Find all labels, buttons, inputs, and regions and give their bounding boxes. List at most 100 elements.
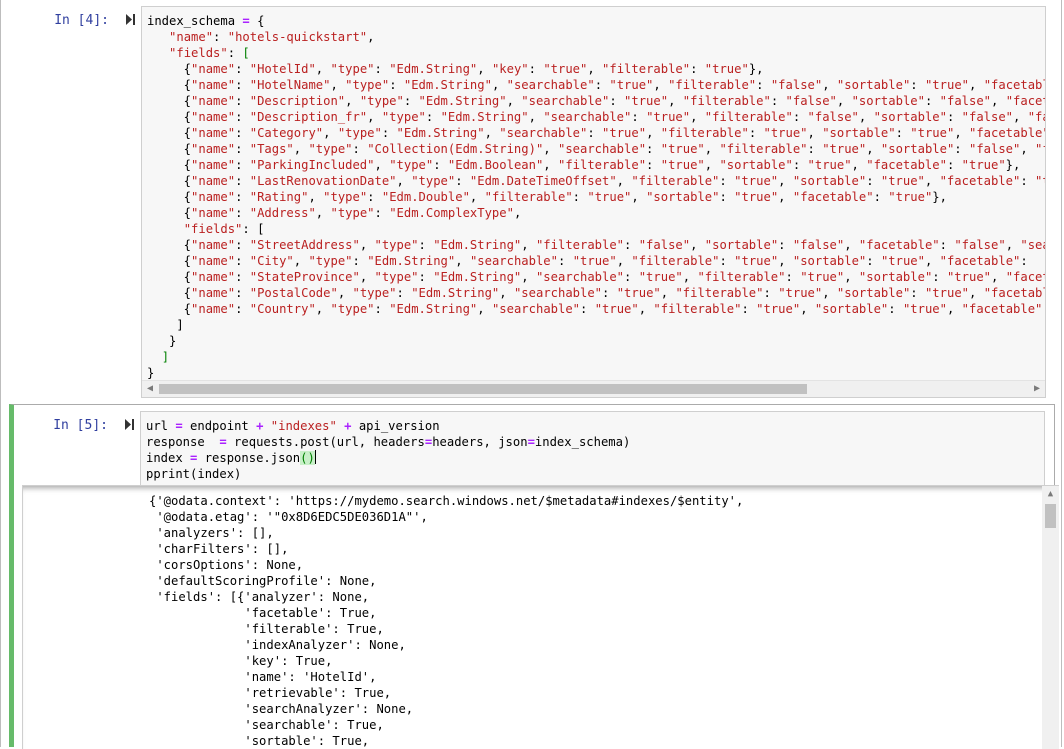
- output-text: {'@odata.context': 'https://mydemo.searc…: [149, 493, 743, 749]
- code-token: "Tags": [249, 142, 294, 156]
- code-token: "name": [191, 158, 236, 172]
- code-token: "type": [330, 302, 375, 316]
- code-token: pprint(index): [146, 467, 242, 481]
- code-line[interactable]: }: [147, 365, 1045, 381]
- code-token: ,: [778, 190, 793, 204]
- code-token: ,: [521, 238, 536, 252]
- code-token: "true": [602, 126, 647, 140]
- output-line: '@odata.etag': '"0x8D6EDC5DE036D1A"',: [149, 510, 428, 524]
- code-token: "true": [822, 142, 867, 156]
- scroll-left-icon[interactable]: ◀: [142, 381, 158, 397]
- code-line[interactable]: {"name": "Category", "type": "Edm.String…: [147, 125, 1045, 141]
- code-line[interactable]: index = response.json(): [146, 450, 1044, 466]
- code-token: "true": [572, 254, 617, 268]
- code-token: "searchable": [506, 78, 595, 92]
- code-token: },: [748, 62, 764, 76]
- run-cell-icon[interactable]: [126, 14, 135, 25]
- code-token: "filterable": [697, 270, 786, 284]
- code-line[interactable]: {"name": "Country", "type": "Edm.String"…: [147, 301, 1045, 317]
- code-token: {: [147, 238, 192, 252]
- code-line[interactable]: {"name": "Description_fr", "type": "Edm.…: [147, 109, 1045, 125]
- code-token: index_schema): [534, 435, 631, 449]
- code-token: "name": [191, 254, 236, 268]
- code-line[interactable]: {"name": "Rating", "type": "Edm.Double",…: [147, 189, 1045, 205]
- code-line[interactable]: pprint(index): [146, 466, 1044, 482]
- code-line[interactable]: {"name": "PostalCode", "type": "Edm.Stri…: [147, 285, 1045, 301]
- code-token: :: [433, 158, 448, 172]
- code-token: "true": [763, 126, 808, 140]
- code-token: ,: [1013, 110, 1028, 124]
- code-token: "facetable": [939, 174, 1021, 188]
- code-token: index: [146, 451, 191, 465]
- code-token: "sortable": [873, 110, 947, 124]
- code-token: "false": [954, 238, 1006, 252]
- code-line[interactable]: index_schema = {: [147, 13, 1045, 29]
- code-line[interactable]: ]: [147, 317, 1045, 333]
- code-line[interactable]: response = requests.post(url, headers=he…: [146, 434, 1044, 450]
- code-lines[interactable]: url = endpoint + "indexes" + api_version…: [146, 418, 1044, 482]
- code-token: "searchable": [513, 286, 603, 300]
- code-token: :: [609, 94, 625, 108]
- code-cell-4[interactable]: In [4]: index_schema = { "name": "hotels…: [1, 0, 1063, 404]
- code-token: "Edm.String": [433, 238, 522, 252]
- code-line[interactable]: {"name": "Description", "type": "Edm.Str…: [147, 93, 1045, 109]
- code-token: {: [147, 174, 192, 188]
- code-token: "true": [646, 110, 691, 124]
- scrollbar-thumb[interactable]: [159, 384, 807, 394]
- code-line[interactable]: {"name": "Tags", "type": "Collection(Edm…: [147, 141, 1045, 157]
- code-token: "filterable": [602, 62, 691, 76]
- code-line[interactable]: url = endpoint + "indexes" + api_version: [146, 418, 1044, 434]
- code-token: "Edm.String": [411, 286, 500, 300]
- code-token: "type": [337, 126, 382, 140]
- code-token: "true": [961, 158, 1006, 172]
- code-line[interactable]: {"name": "HotelName", "type": "Edm.Strin…: [147, 77, 1045, 93]
- code-line[interactable]: {"name": "HotelId", "type": "Edm.String"…: [147, 61, 1045, 77]
- code-editor[interactable]: url = endpoint + "indexes" + api_version…: [140, 411, 1045, 487]
- code-token: ,: [660, 286, 676, 300]
- code-line[interactable]: {"name": "City", "type": "Edm.String", "…: [147, 253, 1045, 269]
- scroll-up-icon[interactable]: ▲: [1042, 486, 1059, 502]
- code-line[interactable]: "name": "hotels-quickstart",: [147, 29, 1045, 45]
- run-cell-icon[interactable]: [125, 419, 134, 430]
- scrollbar-thumb[interactable]: [1045, 504, 1056, 528]
- code-token: ,: [616, 254, 632, 268]
- code-token: "facetab: [1005, 270, 1045, 284]
- code-token: "Description": [249, 94, 346, 108]
- code-token: "type": [330, 62, 375, 76]
- code-token: "true": [616, 286, 661, 300]
- code-line[interactable]: {"name": "StateProvince", "type": "Edm.S…: [147, 269, 1045, 285]
- code-line[interactable]: "fields": [: [147, 45, 1045, 61]
- code-token: "type": [389, 158, 434, 172]
- code-token: :: [235, 190, 250, 204]
- code-line[interactable]: {"name": "ParkingIncluded", "type": "Edm…: [147, 157, 1045, 173]
- code-token: "Edm.String": [389, 62, 478, 76]
- code-token: "facetable": [792, 190, 874, 204]
- code-lines[interactable]: index_schema = { "name": "hotels-quickst…: [147, 13, 1045, 381]
- code-token: }: [147, 334, 177, 348]
- code-token: "Edm.String": [418, 94, 507, 108]
- code-token: "name": [191, 190, 236, 204]
- code-token: {: [147, 62, 192, 76]
- code-cell-5-selected[interactable]: In [5]: url = endpoint + "indexes" + api…: [9, 404, 1059, 749]
- code-line[interactable]: "fields": [: [147, 221, 1045, 237]
- code-token: "sortable": [836, 286, 911, 300]
- scroll-right-icon[interactable]: ▶: [1029, 381, 1045, 397]
- code-editor[interactable]: index_schema = { "name": "hotels-quickst…: [141, 6, 1046, 398]
- code-token: ]: [147, 318, 184, 332]
- code-token: ,: [844, 270, 859, 284]
- code-token: "searchable": [521, 94, 610, 108]
- code-token: "hotels-quickstart": [227, 30, 368, 44]
- code-token: "false": [968, 142, 1021, 156]
- vertical-scrollbar[interactable]: ▲: [1042, 486, 1059, 749]
- code-line[interactable]: }: [147, 333, 1045, 349]
- output-line: 'indexAnalyzer': None,: [149, 638, 406, 652]
- code-token: :: [352, 254, 368, 268]
- horizontal-scrollbar[interactable]: ◀ ▶: [142, 380, 1045, 397]
- code-line[interactable]: {"name": "LastRenovationDate", "type": "…: [147, 173, 1045, 189]
- code-token: "name": [191, 270, 236, 284]
- code-token: :: [763, 286, 779, 300]
- code-line[interactable]: {"name": "StreetAddress", "type": "Edm.S…: [147, 237, 1045, 253]
- code-line[interactable]: {"name": "Address", "type": "Edm.Complex…: [147, 205, 1045, 221]
- code-token: "searchable": [499, 126, 588, 140]
- code-line[interactable]: ]: [147, 349, 1045, 365]
